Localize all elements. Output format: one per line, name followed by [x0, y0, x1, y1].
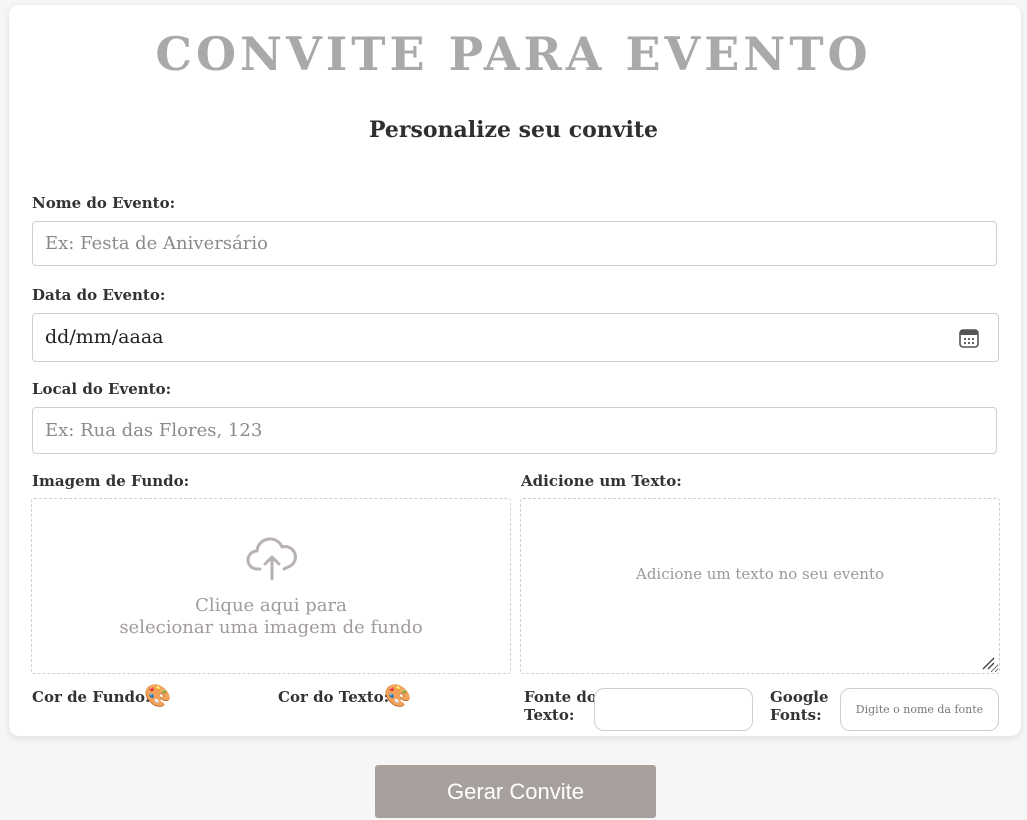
event-place-input[interactable]	[32, 407, 997, 454]
event-name-label: Nome do Evento:	[32, 194, 176, 212]
page-title: CONVITE PARA EVENTO	[155, 27, 872, 81]
text-font-select[interactable]	[594, 688, 753, 731]
generate-invite-button[interactable]: Gerar Convite	[375, 765, 656, 818]
dropzone-text-line2: selecionar uma imagem de fundo	[119, 617, 423, 638]
event-text-textarea[interactable]	[520, 498, 1000, 674]
event-date-input[interactable]: dd/mm/aaaa	[32, 313, 999, 362]
background-image-dropzone[interactable]: Clique aqui para selecionar uma imagem d…	[31, 498, 511, 674]
google-fonts-input[interactable]	[840, 688, 999, 731]
bg-color-label: Cor de Fundo:	[32, 688, 151, 706]
text-font-label: Fonte do Texto:	[524, 688, 597, 724]
google-fonts-label: Google Fonts:	[770, 688, 829, 724]
event-name-input[interactable]	[32, 221, 997, 266]
palette-icon[interactable]: 🎨	[384, 684, 411, 710]
page-subtitle: Personalize seu convite	[368, 117, 659, 143]
event-date-value: dd/mm/aaaa	[45, 326, 164, 348]
google-fonts-label-line2: Fonts:	[770, 706, 822, 724]
event-place-label: Local do Evento:	[32, 380, 172, 398]
dropzone-text: Clique aqui para selecionar uma imagem d…	[32, 595, 510, 639]
resize-handle-icon[interactable]	[981, 656, 995, 670]
background-image-label: Imagem de Fundo:	[32, 472, 190, 490]
cloud-upload-icon	[246, 537, 297, 581]
text-color-label: Cor do Texto:	[278, 688, 390, 706]
text-font-label-line2: Texto:	[524, 706, 575, 724]
text-font-label-line1: Fonte do	[524, 688, 597, 706]
google-fonts-label-line1: Google	[770, 688, 829, 706]
event-date-label: Data do Evento:	[32, 286, 166, 304]
dropzone-text-line1: Clique aqui para	[195, 595, 347, 616]
palette-icon[interactable]: 🎨	[144, 684, 171, 710]
text-label: Adicione um Texto:	[521, 472, 682, 490]
calendar-icon[interactable]	[958, 327, 980, 349]
